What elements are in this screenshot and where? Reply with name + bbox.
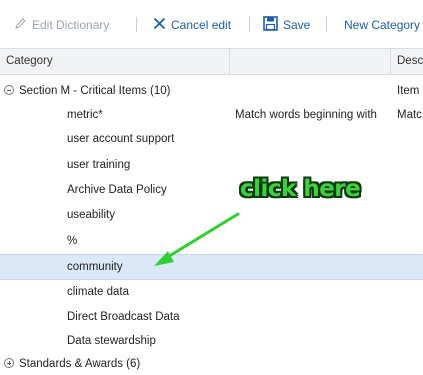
- term-name: community: [67, 261, 123, 273]
- pencil-icon: [14, 17, 27, 33]
- edit-dictionary-label: Edit Dictionary: [32, 18, 110, 32]
- term-name: Data stewardship: [67, 335, 156, 347]
- term-name: climate data: [67, 286, 130, 298]
- table-row-selected[interactable]: community: [0, 254, 423, 280]
- term-name: %: [67, 235, 78, 247]
- term-name: user account support: [67, 133, 175, 145]
- term-name: useability: [67, 209, 115, 221]
- toolbar: Edit Dictionary Cancel edit Save New Cat…: [0, 0, 423, 48]
- column-header-category[interactable]: Category: [0, 49, 229, 74]
- table-row[interactable]: metric* Match words beginning with Matc: [0, 103, 423, 127]
- category-name: Standards & Awards (6): [19, 358, 141, 370]
- term-name: metric*: [67, 109, 103, 121]
- cancel-edit-label: Cancel edit: [171, 18, 232, 32]
- match-cell: Match words beginning with: [235, 109, 377, 121]
- term-name: Direct Broadcast Data: [67, 311, 180, 323]
- expand-icon[interactable]: [4, 358, 14, 368]
- new-category-button[interactable]: New Category: [344, 16, 420, 34]
- save-label: Save: [283, 18, 311, 32]
- toolbar-divider: [136, 17, 137, 32]
- toolbar-divider: [249, 17, 250, 32]
- table-row[interactable]: Data stewardship: [0, 329, 423, 353]
- collapse-icon[interactable]: [4, 85, 14, 95]
- toolbar-divider: [326, 17, 327, 32]
- description-cell: Matc: [397, 109, 422, 121]
- table-row[interactable]: Direct Broadcast Data: [0, 305, 423, 329]
- cancel-edit-button[interactable]: Cancel edit: [153, 16, 231, 34]
- save-icon: [263, 16, 278, 34]
- table-row[interactable]: user training: [0, 153, 423, 177]
- table-row-group[interactable]: Section M - Critical Items (10) Item: [0, 79, 423, 103]
- column-header-description[interactable]: Desc: [391, 49, 423, 74]
- close-icon: [153, 17, 166, 33]
- table-row[interactable]: %: [0, 229, 423, 253]
- category-name: Section M - Critical Items (10): [19, 85, 171, 97]
- table-row[interactable]: user account support: [0, 127, 423, 151]
- save-button[interactable]: Save: [263, 16, 310, 34]
- grid-header: Category Desc: [0, 48, 423, 75]
- click-here-annotation: click here: [240, 176, 361, 202]
- term-name: Archive Data Policy: [67, 184, 167, 196]
- new-category-label: New Category: [344, 18, 421, 32]
- table-row[interactable]: climate data: [0, 280, 423, 304]
- edit-dictionary-button[interactable]: Edit Dictionary: [14, 16, 109, 34]
- table-row[interactable]: useability: [0, 203, 423, 227]
- column-header-match[interactable]: [230, 49, 390, 74]
- term-name: user training: [67, 159, 131, 171]
- description-cell: Item: [397, 85, 420, 97]
- table-row-group[interactable]: Standards & Awards (6): [0, 353, 423, 375]
